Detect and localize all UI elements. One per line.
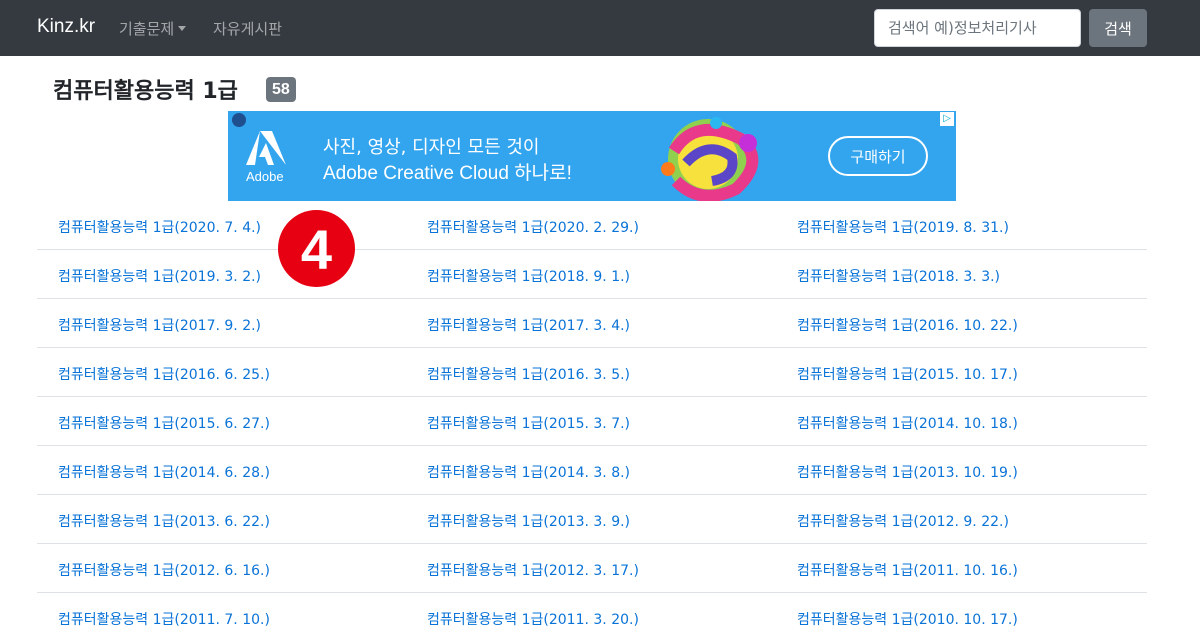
nav-free-board[interactable]: 자유게시판 — [213, 18, 282, 39]
top-navbar: Kinz.kr 기출문제 자유게시판 검색 — [0, 0, 1200, 56]
exam-link[interactable]: 컴퓨터활용능력 1급(2018. 3. 3.) — [797, 266, 1000, 286]
table-row: 컴퓨터활용능력 1급(2011. 7. 10.) 컴퓨터활용능력 1급(2011… — [37, 593, 1147, 642]
exam-link[interactable]: 컴퓨터활용능력 1급(2012. 3. 17.) — [427, 560, 639, 580]
exam-link[interactable]: 컴퓨터활용능력 1급(2020. 7. 4.) — [58, 217, 261, 237]
exam-link[interactable]: 컴퓨터활용능력 1급(2014. 3. 8.) — [427, 462, 630, 482]
exam-link[interactable]: 컴퓨터활용능력 1급(2016. 6. 25.) — [58, 364, 270, 384]
table-row: 컴퓨터활용능력 1급(2019. 3. 2.) 컴퓨터활용능력 1급(2018.… — [37, 250, 1147, 299]
nav-exam-dropdown[interactable]: 기출문제 — [119, 18, 187, 39]
brand-logo[interactable]: Kinz.kr — [37, 16, 95, 38]
exam-link[interactable]: 컴퓨터활용능력 1급(2014. 10. 18.) — [797, 413, 1018, 433]
exam-link[interactable]: 컴퓨터활용능력 1급(2020. 2. 29.) — [427, 217, 639, 237]
exam-link[interactable]: 컴퓨터활용능력 1급(2011. 10. 16.) — [797, 560, 1018, 580]
search-input[interactable] — [874, 9, 1081, 47]
exam-link[interactable]: 컴퓨터활용능력 1급(2017. 9. 2.) — [58, 315, 261, 335]
exam-link[interactable]: 컴퓨터활용능력 1급(2013. 6. 22.) — [58, 511, 270, 531]
ad-banner[interactable]: Adobe 사진, 영상, 디자인 모든 것이 Adobe Creative C… — [228, 111, 956, 201]
table-row: 컴퓨터활용능력 1급(2017. 9. 2.) 컴퓨터활용능력 1급(2017.… — [37, 299, 1147, 348]
page-title: 컴퓨터활용능력 1급 — [53, 79, 238, 104]
adobe-logo: Adobe — [242, 129, 292, 187]
exam-link[interactable]: 컴퓨터활용능력 1급(2016. 10. 22.) — [797, 315, 1018, 335]
exam-link[interactable]: 컴퓨터활용능력 1급(2014. 6. 28.) — [58, 462, 270, 482]
exam-link[interactable]: 컴퓨터활용능력 1급(2017. 3. 4.) — [427, 315, 630, 335]
exam-link[interactable]: 컴퓨터활용능력 1급(2015. 6. 27.) — [58, 413, 270, 433]
adobe-logo-text: Adobe — [246, 169, 284, 184]
nav-exam-label: 기출문제 — [119, 20, 175, 38]
chevron-down-icon — [178, 26, 187, 31]
exam-link[interactable]: 컴퓨터활용능력 1급(2013. 10. 19.) — [797, 462, 1018, 482]
table-row: 컴퓨터활용능력 1급(2020. 7. 4.) 컴퓨터활용능력 1급(2020.… — [37, 201, 1147, 250]
ad-headline: 사진, 영상, 디자인 모든 것이 — [323, 137, 540, 158]
exam-link[interactable]: 컴퓨터활용능력 1급(2016. 3. 5.) — [427, 364, 630, 384]
table-row: 컴퓨터활용능력 1급(2015. 6. 27.) 컴퓨터활용능력 1급(2015… — [37, 397, 1147, 446]
exam-link[interactable]: 컴퓨터활용능력 1급(2015. 10. 17.) — [797, 364, 1018, 384]
exam-link[interactable]: 컴퓨터활용능력 1급(2019. 8. 31.) — [797, 217, 1009, 237]
exam-link[interactable]: 컴퓨터활용능력 1급(2013. 3. 9.) — [427, 511, 630, 531]
table-row: 컴퓨터활용능력 1급(2016. 6. 25.) 컴퓨터활용능력 1급(2016… — [37, 348, 1147, 397]
ad-artwork-image — [661, 117, 759, 201]
table-row: 컴퓨터활용능력 1급(2012. 6. 16.) 컴퓨터활용능력 1급(2012… — [37, 544, 1147, 593]
exam-list-table: 컴퓨터활용능력 1급(2020. 7. 4.) 컴퓨터활용능력 1급(2020.… — [37, 201, 1147, 642]
ad-choices-icon[interactable]: ▷ — [940, 112, 954, 126]
table-row: 컴퓨터활용능력 1급(2014. 6. 28.) 컴퓨터활용능력 1급(2014… — [37, 446, 1147, 495]
exam-count-badge: 58 — [266, 77, 296, 102]
adobe-logo-icon — [246, 131, 286, 165]
exam-link[interactable]: 컴퓨터활용능력 1급(2012. 6. 16.) — [58, 560, 270, 580]
ad-privacy-icon[interactable] — [232, 113, 246, 127]
step-number-label: 4 — [300, 218, 333, 281]
exam-link[interactable]: 컴퓨터활용능력 1급(2015. 3. 7.) — [427, 413, 630, 433]
table-row: 컴퓨터활용능력 1급(2013. 6. 22.) 컴퓨터활용능력 1급(2013… — [37, 495, 1147, 544]
ad-buy-button[interactable]: 구매하기 — [828, 136, 928, 176]
exam-link[interactable]: 컴퓨터활용능력 1급(2018. 9. 1.) — [427, 266, 630, 286]
exam-link[interactable]: 컴퓨터활용능력 1급(2010. 10. 17.) — [797, 609, 1018, 629]
step-number-marker: 4 — [278, 210, 355, 287]
exam-link[interactable]: 컴퓨터활용능력 1급(2011. 7. 10.) — [58, 609, 270, 629]
search-button[interactable]: 검색 — [1089, 9, 1147, 47]
exam-link[interactable]: 컴퓨터활용능력 1급(2011. 3. 20.) — [427, 609, 639, 629]
ad-subheadline: Adobe Creative Cloud 하나로! — [323, 163, 572, 184]
exam-link[interactable]: 컴퓨터활용능력 1급(2019. 3. 2.) — [58, 266, 261, 286]
exam-link[interactable]: 컴퓨터활용능력 1급(2012. 9. 22.) — [797, 511, 1009, 531]
